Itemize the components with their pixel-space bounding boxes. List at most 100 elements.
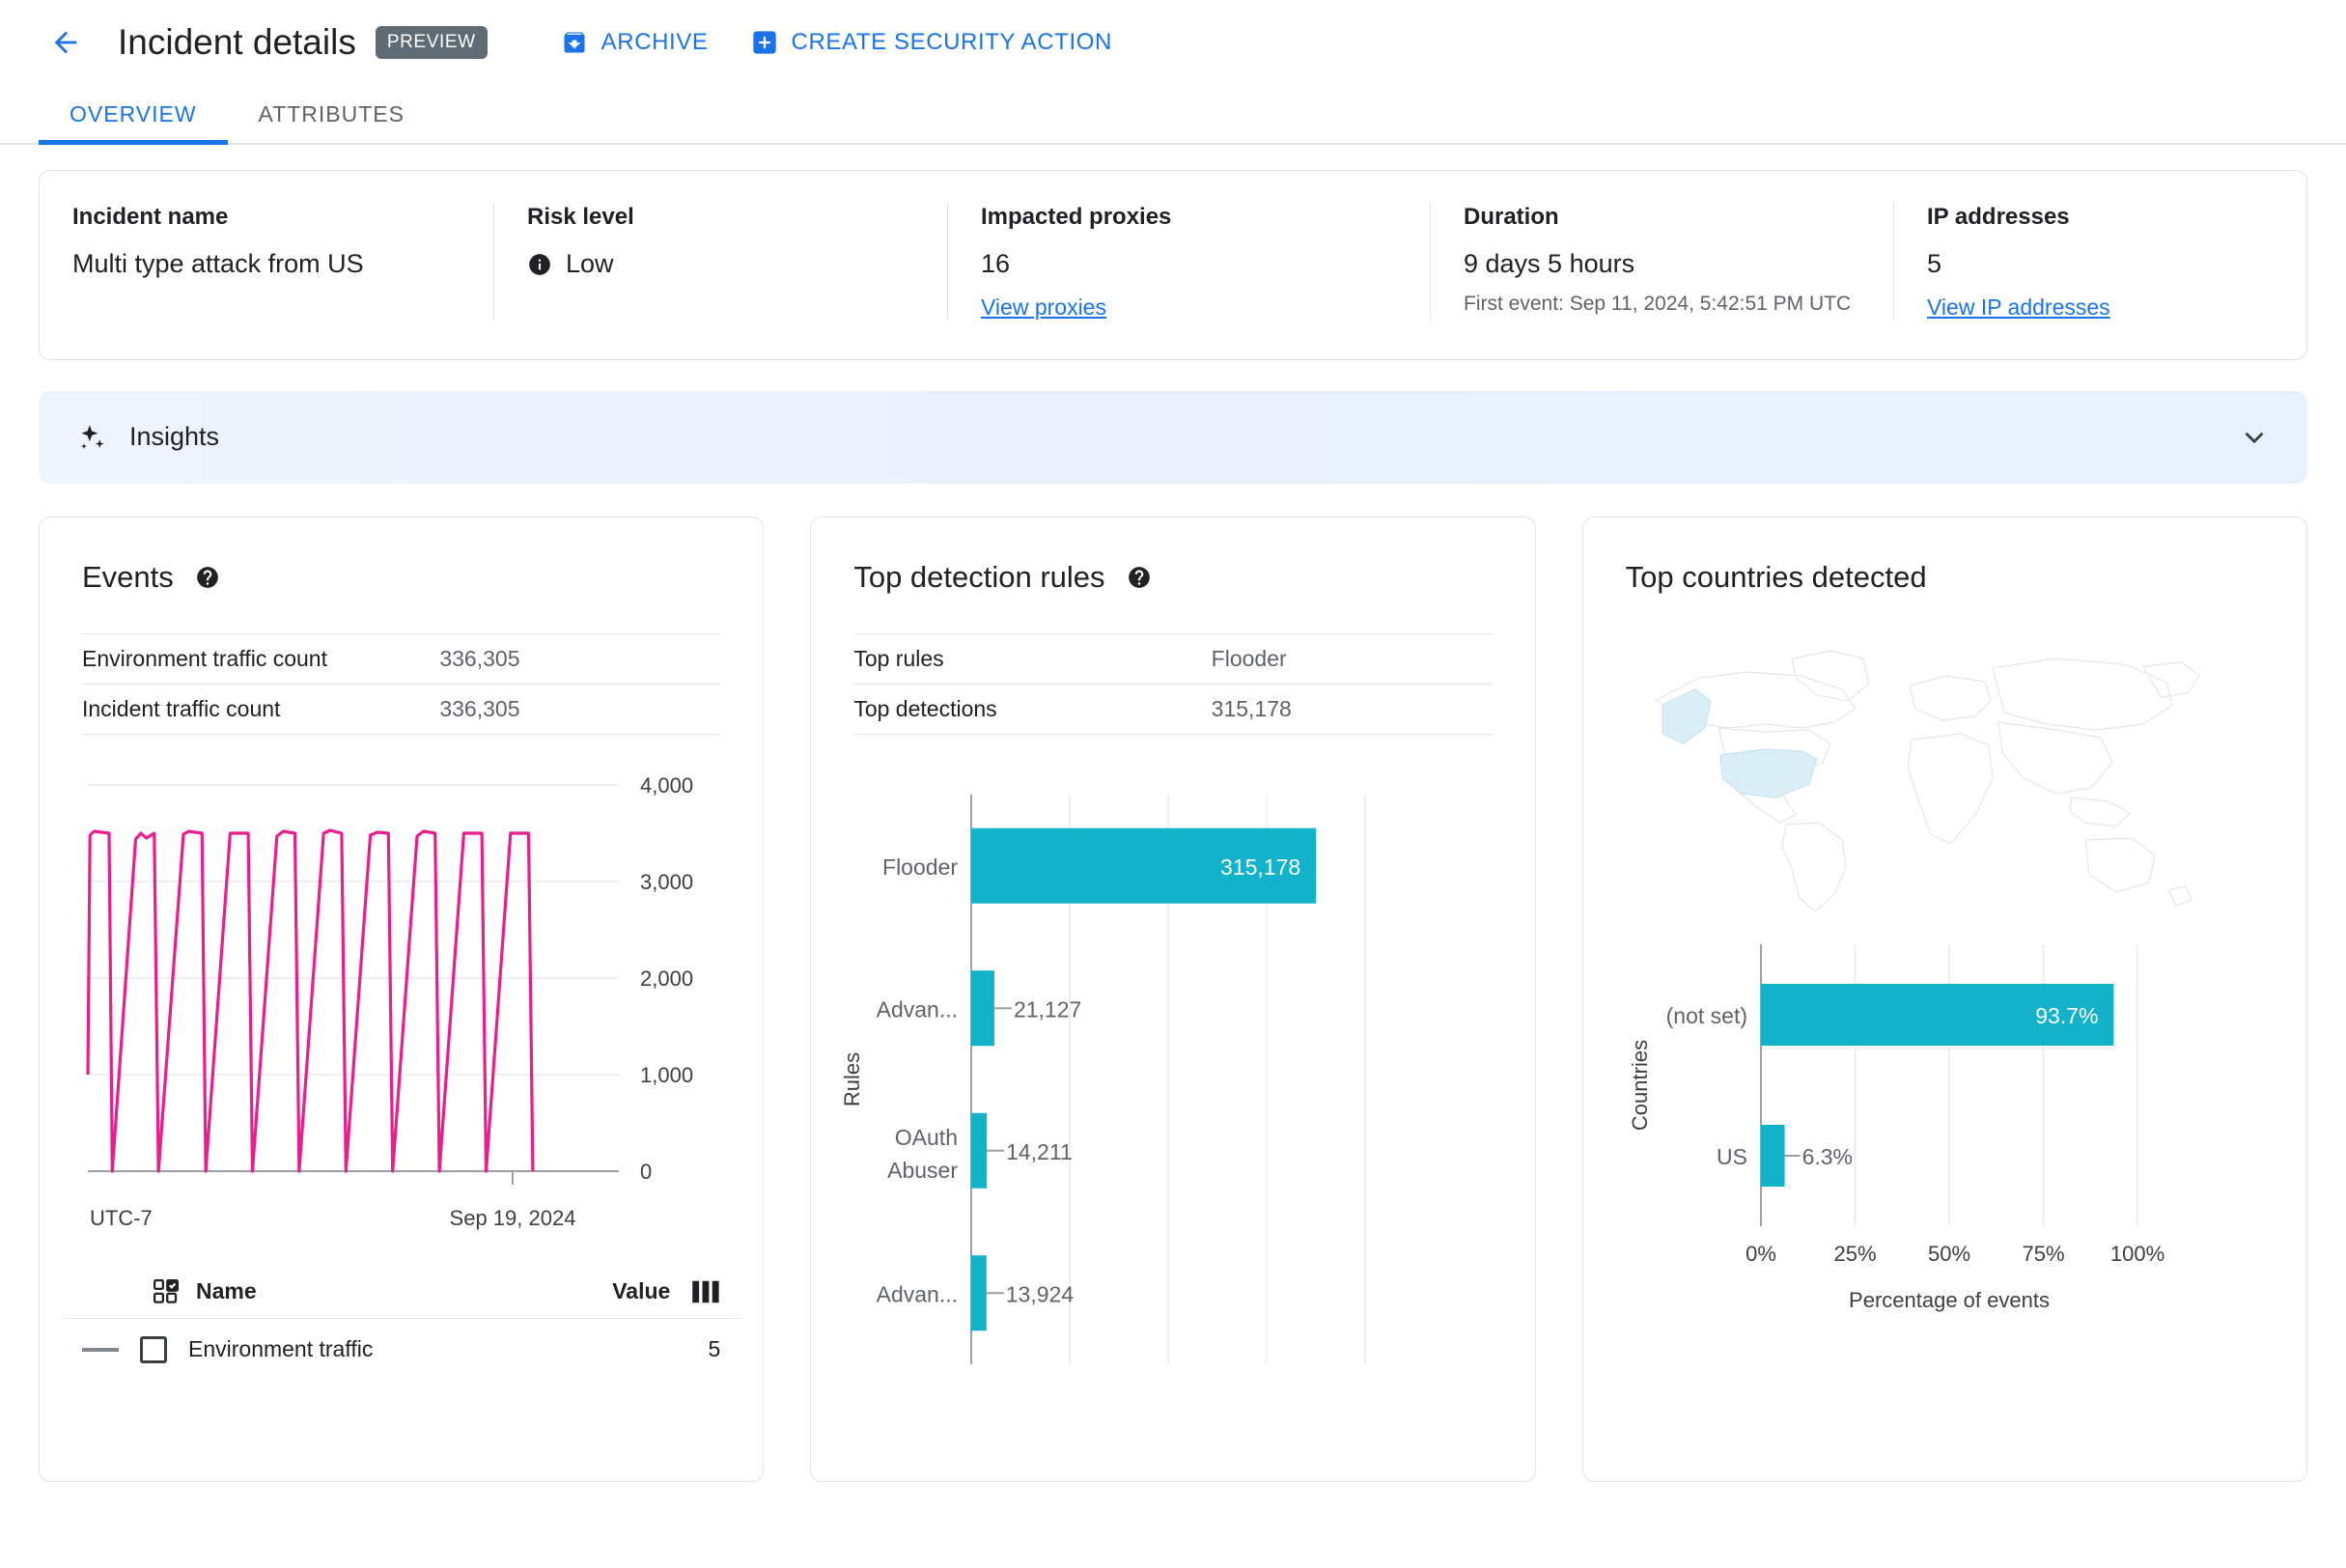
svg-text:1,000: 1,000 [640, 1063, 693, 1087]
page-title: Incident details [118, 22, 356, 62]
preview-badge: PREVIEW [375, 26, 488, 59]
svg-text:75%: 75% [2022, 1242, 2064, 1266]
events-kv-table: Environment traffic count 336,305 Incide… [82, 633, 721, 735]
rules-card-title: Top detection rules [853, 560, 1492, 595]
summary-value: 16 [981, 249, 1011, 278]
info-icon [527, 252, 552, 277]
svg-text:Percentage of events: Percentage of events [1849, 1288, 2050, 1312]
svg-text:315,178: 315,178 [1220, 854, 1300, 880]
tab-attributes[interactable]: ATTRIBUTES [228, 85, 435, 143]
summary-label: Duration [1464, 204, 1559, 230]
svg-text:13,924: 13,924 [1006, 1281, 1075, 1306]
summary-value: Multi type attack from US [72, 249, 364, 278]
archive-icon [561, 29, 588, 56]
chevron-down-icon[interactable] [2238, 421, 2271, 454]
kv-key: Top detections [853, 695, 997, 721]
summary-impacted-proxies: Impacted proxies 16 View proxies [947, 204, 1430, 321]
back-button[interactable] [39, 15, 93, 70]
charts-row: Events Environment traffic count 336,305… [39, 516, 2307, 1482]
create-security-action-button[interactable]: CREATE SECURITY ACTION [751, 29, 1112, 56]
svg-text:21,127: 21,127 [1014, 996, 1081, 1022]
svg-text:Flooder: Flooder [882, 854, 958, 880]
rules-title-text: Top detection rules [853, 559, 1105, 594]
events-line-chart-svg: 0 1,000 2,000 3,000 4,000 UTC-7 Sep 19, 2024 [86, 773, 693, 1230]
tab-overview[interactable]: OVERVIEW [39, 85, 228, 145]
top-countries-card: Top countries detected 0% 25% 50% 75% 100% (n… [1581, 516, 2307, 1482]
kv-value: Flooder [1211, 645, 1287, 671]
countries-title-text: Top countries detected [1625, 559, 1927, 594]
summary-ip-addresses: IP addresses 5 View IP addresses [1893, 204, 2306, 321]
table-row: Top detections 315,178 [853, 684, 1493, 735]
incident-summary-card: Incident name Multi type attack from US … [39, 170, 2307, 360]
select-all-icon[interactable] [152, 1277, 181, 1306]
svg-text:US: US [1717, 1144, 1747, 1169]
svg-text:100%: 100% [2110, 1242, 2164, 1266]
svg-text:0%: 0% [1746, 1242, 1776, 1266]
rules-bar-chart-svg: Flooder 315,178 Advan... 21,127 OAuth Abuser 1… [840, 794, 1367, 1364]
view-ip-addresses-link[interactable]: View IP addresses [1927, 294, 2110, 321]
sparkle-icon [75, 421, 108, 454]
svg-text:Countries: Countries [1628, 1040, 1652, 1131]
kv-key: Incident traffic count [82, 695, 281, 721]
legend-value-header: Value [612, 1278, 671, 1304]
kv-value: 315,178 [1211, 695, 1292, 721]
svg-text:3,000: 3,000 [640, 870, 693, 894]
svg-text:4,000: 4,000 [640, 773, 693, 798]
summary-label: IP addresses [1927, 204, 2070, 230]
countries-card-title: Top countries detected [1626, 560, 2264, 595]
summary-label: Impacted proxies [981, 204, 1172, 230]
table-row: Environment traffic count 336,305 [82, 633, 721, 684]
top-detection-rules-card: Top detection rules Top rules Flooder To… [810, 516, 1536, 1482]
svg-text:(not set): (not set) [1665, 1003, 1746, 1028]
list-item[interactable]: Environment traffic 5 [40, 1319, 763, 1363]
svg-text:Rules: Rules [840, 1052, 864, 1106]
countries-bar-chart-svg: 0% 25% 50% 75% 100% (not set) 93.7% US 6.3% Count… [1628, 943, 2164, 1312]
svg-text:Advan...: Advan... [877, 1281, 958, 1306]
legend-series-name: Environment traffic [188, 1336, 374, 1362]
insights-panel[interactable]: Insights [39, 390, 2307, 484]
svg-text:0: 0 [640, 1160, 652, 1184]
summary-risk-level: Risk level Low [493, 204, 947, 321]
svg-text:UTC-7: UTC-7 [90, 1206, 153, 1230]
kv-key: Environment traffic count [82, 645, 327, 671]
summary-value: 9 days 5 hours [1464, 249, 1635, 278]
top-bar: Incident details PREVIEW ARCHIVE CREATE … [0, 0, 2346, 85]
kv-value: 336,305 [439, 645, 520, 671]
help-icon[interactable] [1127, 565, 1152, 590]
svg-text:93.7%: 93.7% [2035, 1003, 2098, 1028]
legend-series-swatch [82, 1347, 119, 1352]
table-row: Incident traffic count 336,305 [82, 684, 721, 735]
columns-icon[interactable] [691, 1279, 720, 1304]
world-map [1583, 595, 2306, 927]
events-title-text: Events [82, 559, 174, 594]
archive-button[interactable]: ARCHIVE [561, 29, 709, 56]
events-card: Events Environment traffic count 336,305… [39, 516, 765, 1482]
rules-kv-table: Top rules Flooder Top detections 315,178 [853, 633, 1493, 735]
summary-label: Risk level [527, 204, 634, 230]
svg-text:14,211: 14,211 [1006, 1139, 1073, 1164]
summary-value: 5 [1927, 249, 1942, 278]
summary-first-event: First event: Sep 11, 2024, 5:42:51 PM UT… [1464, 292, 1852, 315]
legend-name-header: Name [196, 1278, 257, 1304]
svg-text:6.3%: 6.3% [1801, 1144, 1852, 1169]
events-legend-header: Name Value [40, 1266, 763, 1318]
summary-incident-name: Incident name Multi type attack from US [40, 204, 493, 321]
help-icon[interactable] [195, 565, 220, 590]
svg-text:OAuth: OAuth [895, 1125, 958, 1150]
svg-text:25%: 25% [1833, 1242, 1876, 1266]
svg-text:50%: 50% [1928, 1242, 1970, 1266]
main-content: Incident name Multi type attack from US … [0, 145, 2346, 1482]
arrow-left-icon [49, 26, 82, 59]
svg-text:Sep 19, 2024: Sep 19, 2024 [450, 1206, 576, 1230]
events-card-title: Events [82, 560, 720, 595]
summary-value: Low [566, 249, 614, 278]
summary-duration: Duration 9 days 5 hours First event: Sep… [1430, 204, 1893, 321]
svg-text:2,000: 2,000 [640, 966, 693, 991]
legend-checkbox[interactable] [140, 1335, 167, 1363]
table-row: Top rules Flooder [853, 633, 1493, 684]
events-line-chart: 0 1,000 2,000 3,000 4,000 UTC-7 Sep 19, 2024 [40, 766, 763, 1248]
tab-bar: OVERVIEW ATTRIBUTES [0, 85, 2346, 145]
view-proxies-link[interactable]: View proxies [981, 294, 1106, 321]
kv-key: Top rules [853, 645, 944, 671]
toolbar-actions: ARCHIVE CREATE SECURITY ACTION [561, 29, 1112, 56]
